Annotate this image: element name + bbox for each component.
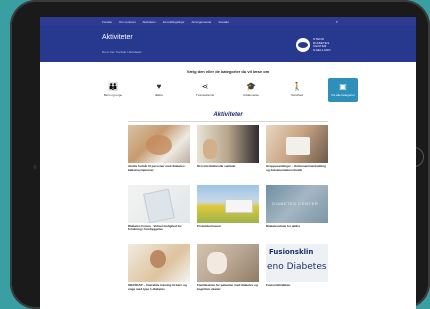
top-navigation: Forside Om centeret Aktiviteter Formidli… [40, 17, 416, 26]
activity-image[interactable] [197, 244, 259, 283]
family-icon: 👪 [108, 82, 118, 91]
activity-image[interactable] [128, 184, 190, 223]
activity-caption[interactable]: Diabetes Forum - Virtuel mulighed for fo… [128, 224, 190, 233]
activity-card[interactable]: SDASKAP – Interaktiv træning til børn og… [128, 244, 190, 292]
activity-image[interactable] [266, 184, 328, 223]
logo-text: STENO DIABETES CENTER SJÆLLAND [313, 37, 331, 52]
activity-card[interactable]: Fusionsklin eno Diabetes Cent Fusionskli… [266, 244, 328, 292]
activity-caption[interactable]: Fusionsklinikken [266, 283, 328, 288]
activity-card[interactable]: Diabetes Forum - Virtuel mulighed for fo… [128, 184, 190, 233]
activity-card[interactable]: Proteinkuriosum [197, 184, 259, 233]
camera-icon [33, 165, 37, 169]
browser-screen: Forside Om centeret Aktiviteter Formidli… [40, 17, 416, 309]
category-sundhed[interactable]: 🚶 Sundhed [282, 78, 312, 102]
category-filter: 👪 Børn og unge ♥ Ældre ⋖ Tværsektoriel 🎓… [98, 78, 358, 102]
activity-card[interactable]: Akutte fodsår til personer med diabetes:… [128, 125, 190, 173]
activity-caption[interactable]: Gruppesamlinger – Kultursammenkobling og… [266, 164, 328, 173]
activity-caption[interactable]: Proteinkuriosum [197, 224, 259, 229]
activity-card[interactable]: Familieskole for patienter med diabetes … [197, 244, 259, 292]
category-vis-alle[interactable]: ▣ Vis alle kategorier [328, 78, 358, 102]
category-uddannelse[interactable]: 🎓 Uddannelse [236, 78, 266, 102]
activity-caption[interactable]: Familieskole for patienter med diabetes … [197, 283, 259, 292]
search-icon[interactable]: ⌕ [336, 19, 338, 24]
category-aeldre[interactable]: ♥ Ældre [144, 78, 174, 102]
heart-icon: ♥ [156, 82, 162, 91]
activity-card[interactable]: Den interkulturelle samtale [197, 125, 259, 173]
section-divider [128, 121, 328, 122]
activity-caption[interactable]: Diabetesskole for ældre [266, 224, 328, 229]
nav-item-kontakt[interactable]: Kontakt [219, 20, 229, 24]
page-banner: Aktiviteter Du er her: Forside / Aktivit… [40, 26, 416, 62]
logo[interactable]: STENO DIABETES CENTER SJÆLLAND [296, 37, 331, 53]
sign-text: Fusionsklin [269, 248, 314, 257]
activity-image[interactable] [266, 125, 328, 163]
person-icon: 🚶 [292, 82, 302, 91]
activity-image[interactable] [128, 125, 190, 163]
nav-item-forside[interactable]: Forside [102, 20, 112, 24]
briefcase-icon: ▣ [339, 82, 347, 91]
logo-mark-icon [296, 38, 310, 53]
activity-image[interactable] [197, 125, 259, 163]
activity-caption[interactable]: Akutte fodsår til personer med diabetes:… [128, 164, 190, 173]
activity-card[interactable]: Gruppesamlinger – Kultursammenkobling og… [266, 125, 328, 173]
activity-card[interactable]: Diabetesskole for ældre [266, 184, 328, 233]
activity-caption[interactable]: Den interkulturelle samtale [197, 164, 259, 169]
nav-item-arrangementer[interactable]: Arrangementer [192, 20, 212, 24]
activity-grid: Akutte fodsår til personer med diabetes:… [128, 125, 328, 292]
category-tvaersektoriel[interactable]: ⋖ Tværsektoriel [190, 78, 220, 102]
nav-item-aktiviteter[interactable]: Aktiviteter [143, 20, 156, 24]
nav-item-formidling[interactable]: Formidlingslinjer [163, 20, 185, 24]
tablet-frame: Forside Om centeret Aktiviteter Formidli… [10, 0, 430, 309]
activity-caption[interactable]: SDASKAP – Interaktiv træning til børn og… [128, 283, 190, 292]
activity-image[interactable] [128, 244, 190, 283]
activity-image[interactable] [197, 184, 259, 223]
category-born-og-unge[interactable]: 👪 Børn og unge [98, 78, 128, 102]
graduation-cap-icon: 🎓 [246, 82, 256, 91]
page-title: Aktiviteter [102, 34, 133, 41]
breadcrumb[interactable]: Du er her: Forside / Aktiviteter [102, 50, 142, 54]
nav-item-om-centeret[interactable]: Om centeret [119, 20, 136, 24]
activity-image[interactable]: Fusionsklin eno Diabetes Cent [266, 244, 328, 283]
share-icon: ⋖ [201, 82, 209, 91]
section-title: Aktiviteter [213, 112, 243, 118]
category-prompt: Vælg den eller de kategorier du vil læse… [186, 69, 270, 74]
sign-text: eno Diabetes Cent [267, 262, 328, 273]
